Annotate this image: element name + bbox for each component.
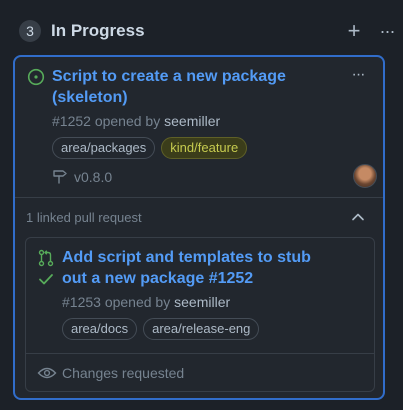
issue-author-link[interactable]: seemiller bbox=[164, 113, 220, 129]
pr-author-link[interactable]: seemiller bbox=[174, 294, 230, 310]
pull-request-icon bbox=[38, 249, 54, 272]
pr-divider bbox=[26, 353, 374, 354]
eye-icon bbox=[37, 365, 57, 386]
opened-by-text: opened by bbox=[94, 113, 161, 129]
linked-pull-request[interactable]: Add script and templates to stub out a n… bbox=[25, 237, 375, 392]
pr-opened-by-text: opened by bbox=[104, 294, 171, 310]
label-area-packages[interactable]: area/packages bbox=[52, 137, 156, 159]
milestone-icon bbox=[52, 168, 68, 189]
linked-pr-label: 1 linked pull request bbox=[26, 210, 142, 225]
issue-title-link[interactable]: Script to create a new package (skeleton… bbox=[52, 66, 347, 108]
pr-labels: area/docs area/release-eng bbox=[62, 318, 260, 340]
column-header: 3 In Progress + ··· bbox=[0, 0, 403, 56]
check-icon bbox=[38, 272, 54, 291]
column-title: In Progress bbox=[51, 21, 145, 40]
review-status: Changes requested bbox=[62, 365, 185, 381]
label-kind-feature[interactable]: kind/feature bbox=[161, 137, 248, 159]
label-area-release-eng[interactable]: area/release-eng bbox=[143, 318, 260, 340]
issue-card[interactable]: Script to create a new package (skeleton… bbox=[13, 55, 385, 400]
chevron-up-icon[interactable] bbox=[349, 208, 367, 226]
column-more-button[interactable]: ··· bbox=[375, 19, 399, 43]
label-area-docs[interactable]: area/docs bbox=[62, 318, 138, 340]
column-count-badge: 3 bbox=[19, 20, 41, 42]
add-item-button[interactable]: + bbox=[343, 19, 365, 43]
milestone-link[interactable]: v0.8.0 bbox=[74, 169, 112, 185]
assignee-avatar[interactable] bbox=[353, 164, 377, 188]
issue-number: #1252 bbox=[52, 113, 91, 129]
pr-meta: #1253 opened by seemiller bbox=[62, 294, 230, 310]
pr-number: #1253 bbox=[62, 294, 101, 310]
issue-meta: #1252 opened by seemiller bbox=[52, 113, 220, 129]
issue-labels: area/packages kind/feature bbox=[52, 137, 248, 159]
issue-open-icon bbox=[27, 68, 45, 91]
card-more-button[interactable]: ··· bbox=[347, 65, 369, 85]
pr-title-link[interactable]: Add script and templates to stub out a n… bbox=[62, 247, 332, 289]
card-divider bbox=[15, 197, 383, 198]
